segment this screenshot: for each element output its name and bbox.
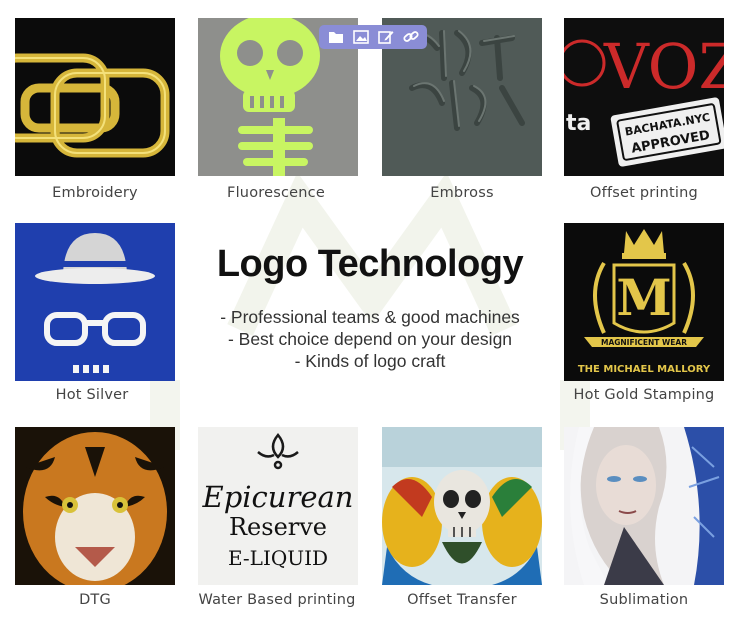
- tile-caption-hot-silver: Hot Silver: [55, 387, 129, 403]
- tile-caption-embroidery: Embroidery: [52, 185, 138, 201]
- image-icon[interactable]: [351, 27, 371, 47]
- link-icon[interactable]: [401, 27, 421, 47]
- dtg-image: [15, 427, 175, 585]
- tile-caption-water-based-printing: Water Based printing: [198, 592, 356, 608]
- water-art-reserve: Reserve: [229, 513, 327, 541]
- gold-art-name: THE MICHAEL MALLORY: [578, 364, 711, 375]
- embroidery-image: [15, 18, 175, 176]
- page-title: Logo Technology: [216, 243, 524, 285]
- tile-caption-offset-printing: Offset printing: [590, 185, 698, 201]
- water-art-epicurean: Epicurean: [202, 480, 354, 514]
- edit-icon[interactable]: [376, 27, 396, 47]
- bullet-3: - Kinds of logo craft: [294, 351, 446, 371]
- tile-caption-offset-transfer: Offset Transfer: [407, 592, 517, 608]
- offset-art-voz: VOZ: [603, 30, 724, 103]
- water-art-eliquid: E-LIQUID: [228, 546, 328, 570]
- bullet-1: - Professional teams & good machines: [220, 307, 520, 327]
- folder-icon[interactable]: [326, 27, 346, 47]
- tile-caption-fluorescence: Fluorescence: [227, 185, 325, 201]
- offset-transfer-image: [382, 427, 542, 585]
- hot-gold-stamping-image: M MAGNIFICENT WEAR THE MICHAEL MALLORY: [564, 223, 724, 381]
- svg-text:M: M: [616, 268, 671, 327]
- water-based-printing-image: Epicurean Reserve E-LIQUID: [198, 427, 358, 585]
- hot-silver-image: [15, 223, 175, 381]
- gold-art-ribbon: MAGNIFICENT WEAR: [601, 338, 687, 347]
- tile-caption-sublimation: Sublimation: [599, 592, 689, 608]
- tile-caption-hot-gold-stamping: Hot Gold Stamping: [573, 387, 715, 403]
- offset-art-ta: ta: [566, 111, 591, 136]
- sublimation-image: [564, 427, 724, 585]
- tile-caption-embross: Embross: [430, 185, 494, 201]
- tile-caption-dtg: DTG: [79, 592, 111, 608]
- image-toolbar: [319, 25, 427, 49]
- bullet-2: - Best choice depend on your design: [227, 329, 513, 349]
- offset-printing-image: VOZ BACHATA.NYC APPROVED ta: [564, 18, 724, 176]
